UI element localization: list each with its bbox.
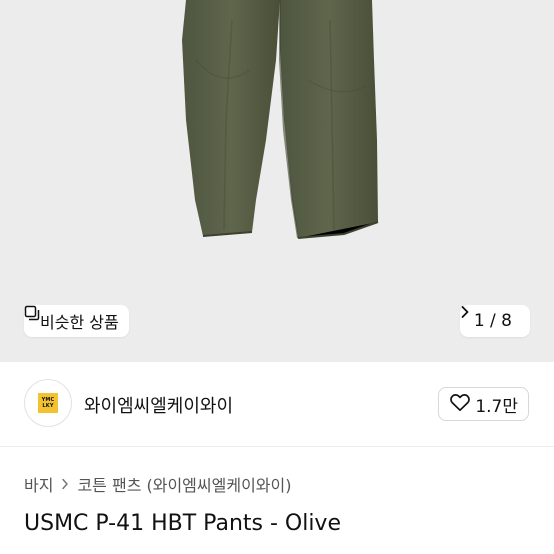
breadcrumb: 바지 코튼 팬츠 (와이엠씨엘케이와이) (24, 472, 291, 496)
seller-logo: YMC LKY (38, 393, 58, 413)
seller-logo-line-2: LKY (42, 403, 54, 409)
image-pager-text: 1 / 8 (473, 311, 512, 331)
product-title: USMC P-41 HBT Pants - Olive (24, 511, 341, 536)
breadcrumb-item-category[interactable]: 바지 (24, 472, 53, 496)
heart-icon (449, 392, 471, 416)
seller-avatar[interactable]: YMC LKY (24, 379, 72, 427)
similar-products-button[interactable]: 비슷한 상품 (24, 305, 129, 337)
seller-name[interactable]: 와이엠씨엘케이와이 (84, 392, 233, 418)
similar-products-label: 비슷한 상품 (40, 313, 119, 332)
seller-row[interactable]: YMC LKY 와이엠씨엘케이와이 1.7만 (0, 362, 554, 446)
like-count: 1.7만 (475, 396, 518, 417)
product-image-gallery[interactable]: 비슷한 상품 1 / 8 (0, 0, 554, 362)
image-pager-button[interactable]: 1 / 8 (459, 305, 530, 337)
breadcrumb-item-subcategory[interactable]: 코튼 팬츠 (와이엠씨엘케이와이) (77, 472, 291, 496)
section-divider (0, 446, 554, 447)
chevron-right-icon (61, 475, 69, 494)
like-button[interactable]: 1.7만 (438, 387, 529, 421)
